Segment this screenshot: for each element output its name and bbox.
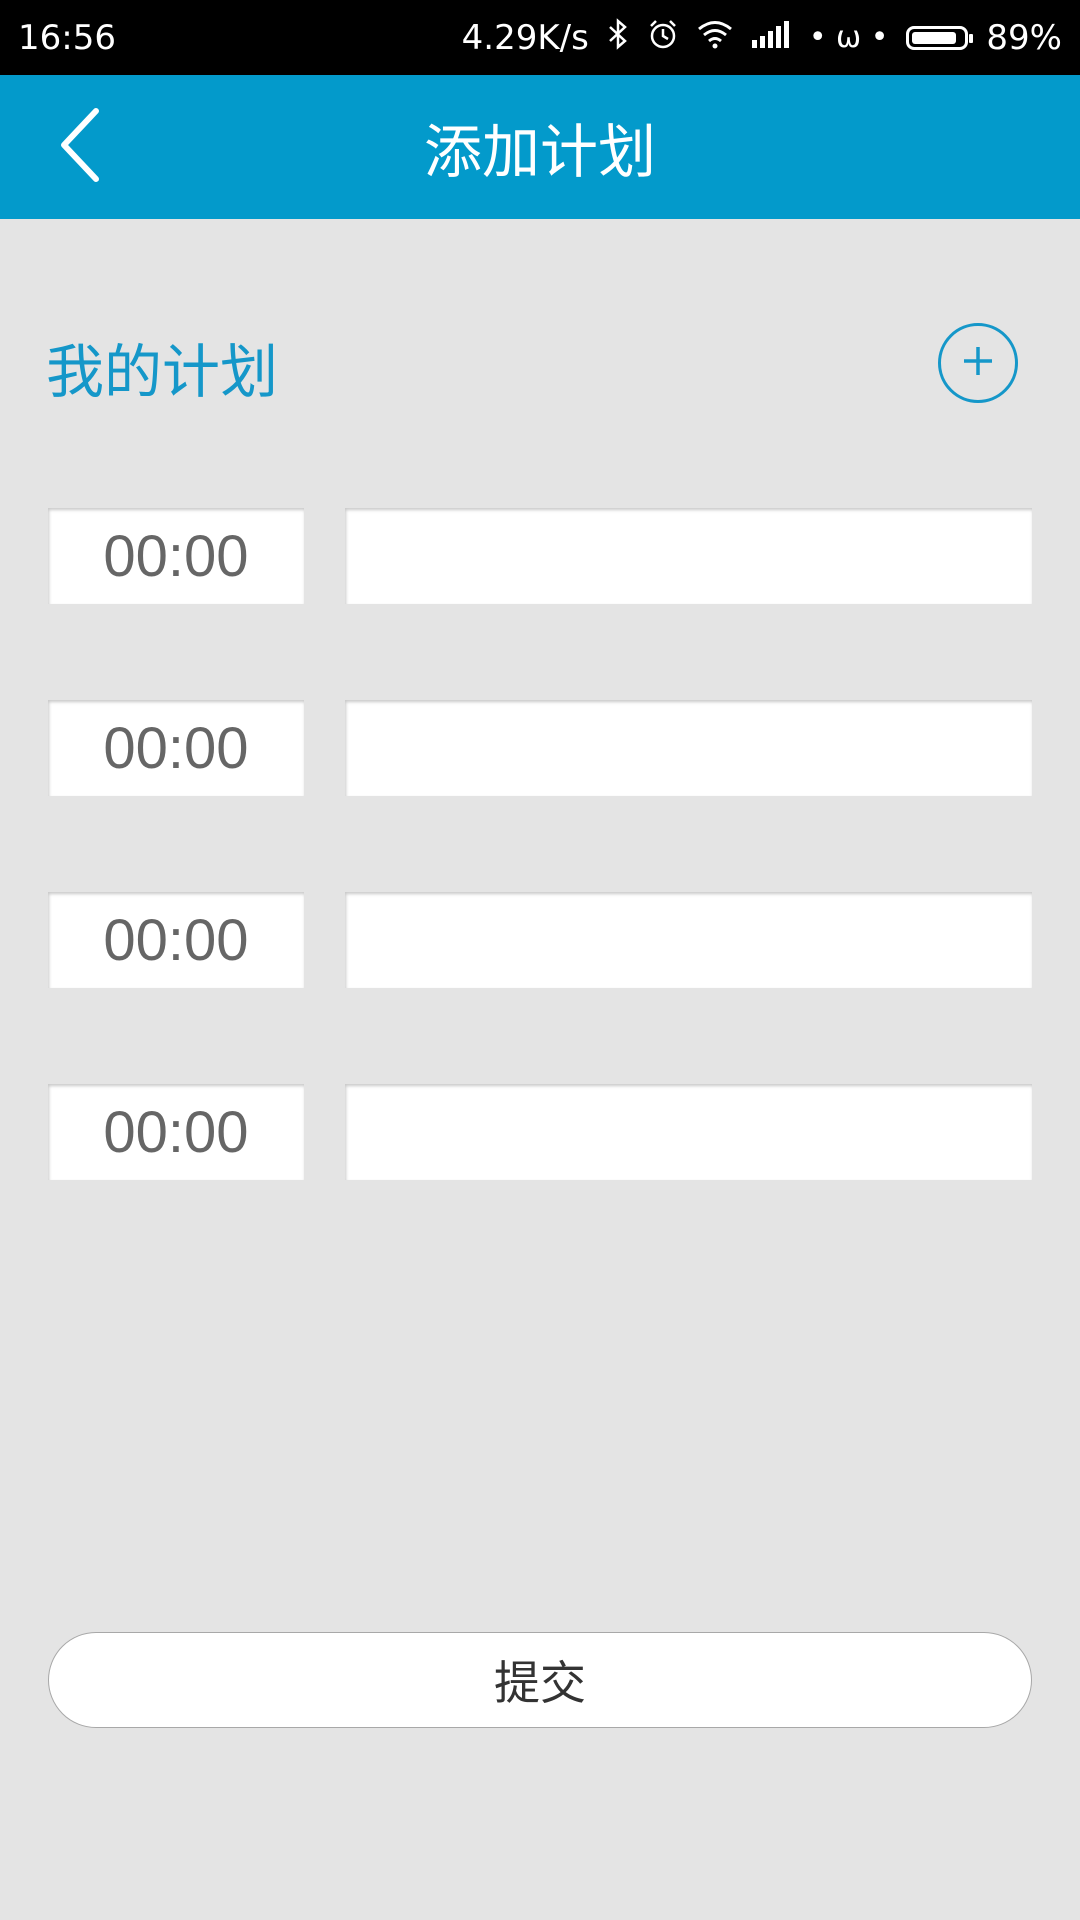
battery-percent: 89% (986, 17, 1062, 58)
plan-row: 00:00 (48, 892, 1032, 988)
signal-icon (751, 20, 791, 56)
wifi-icon (697, 19, 733, 57)
plan-text-input[interactable] (345, 892, 1032, 988)
plan-row: 00:00 (48, 508, 1032, 604)
app-bar: 添加计划 (0, 75, 1080, 219)
submit-button[interactable]: 提交 (48, 1632, 1032, 1728)
plan-row: 00:00 (48, 1084, 1032, 1180)
time-picker[interactable]: 00:00 (48, 508, 304, 604)
plan-row: 00:00 (48, 700, 1032, 796)
page-title: 添加计划 (423, 118, 656, 186)
omega-icon: • ω • (808, 20, 889, 55)
add-plan-button[interactable] (938, 323, 1018, 403)
time-picker[interactable]: 00:00 (48, 1084, 304, 1180)
status-bar: 16:56 4.29K/s • ω • 89% (0, 0, 1080, 75)
bluetooth-icon (607, 17, 629, 58)
network-speed: 4.29K/s (461, 17, 589, 58)
section-title: 我的计划 (46, 338, 279, 406)
status-time: 16:56 (18, 17, 116, 58)
status-icons: 4.29K/s • ω • 89% (462, 18, 1062, 58)
chevron-left-icon (58, 107, 102, 187)
plan-text-input[interactable] (345, 700, 1032, 796)
battery-icon (906, 25, 974, 50)
back-button[interactable] (40, 105, 120, 189)
time-picker[interactable]: 00:00 (48, 892, 304, 988)
time-picker[interactable]: 00:00 (48, 700, 304, 796)
plus-icon (961, 344, 995, 382)
plan-text-input[interactable] (345, 508, 1032, 604)
plan-text-input[interactable] (345, 1084, 1032, 1180)
alarm-icon (647, 18, 679, 58)
